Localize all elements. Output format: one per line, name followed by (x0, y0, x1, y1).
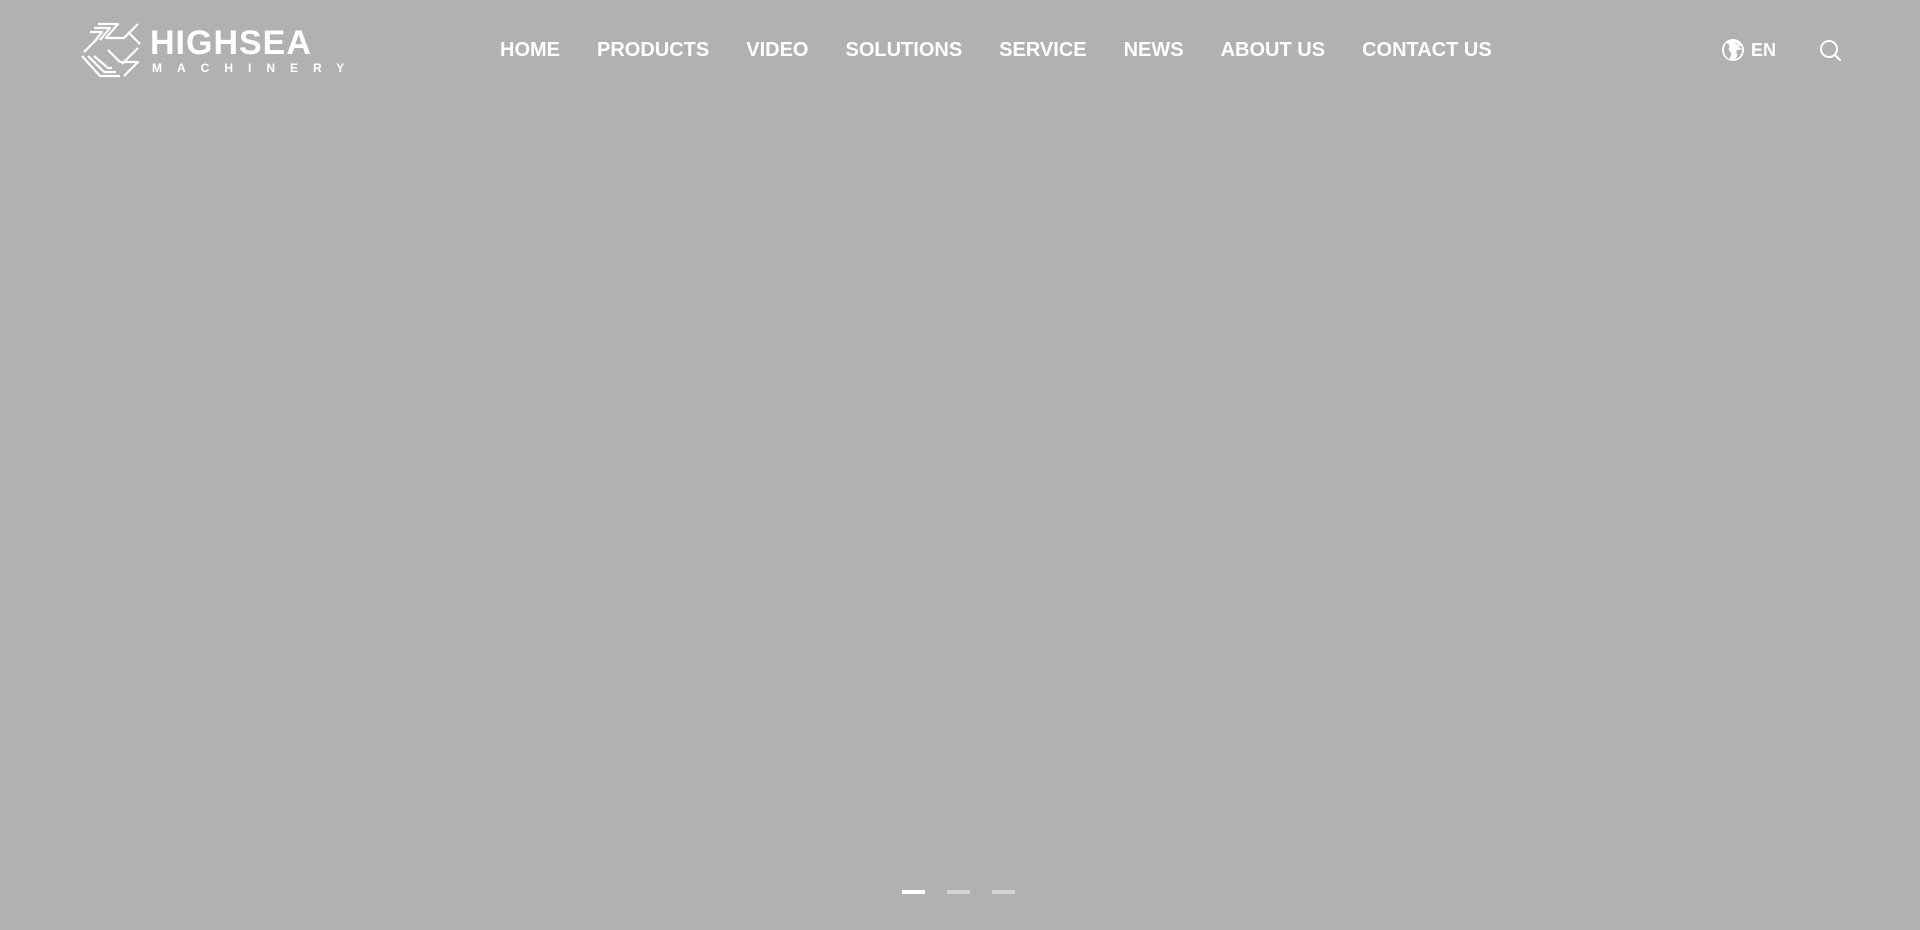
language-label: EN (1751, 39, 1777, 60)
slider-pagination (902, 890, 1015, 894)
search-button[interactable] (1818, 38, 1842, 62)
search-icon (1820, 40, 1841, 61)
nav-item-service[interactable]: SERVICE (999, 39, 1086, 62)
logo-mark-icon (81, 22, 141, 78)
page: HIGHSEA MACHINERY HOME PRODUCTS VIDEO SO… (0, 0, 1920, 930)
nav-item-home[interactable]: HOME (500, 39, 560, 62)
nav-item-products[interactable]: PRODUCTS (597, 39, 709, 62)
logo-tagline: MACHINERY (152, 61, 360, 75)
nav-item-video[interactable]: VIDEO (746, 39, 808, 62)
site-logo[interactable]: HIGHSEA MACHINERY (80, 22, 344, 78)
globe-icon (1722, 39, 1744, 61)
logo-wordmark: HIGHSEA (150, 24, 312, 62)
language-switcher[interactable]: EN (1721, 37, 1776, 63)
slider-dot-2[interactable] (947, 890, 970, 894)
slider-dot-1[interactable] (902, 890, 925, 894)
nav-item-solutions[interactable]: SOLUTIONS (845, 39, 962, 62)
main-nav: HOME PRODUCTS VIDEO SOLUTIONS SERVICE NE… (500, 0, 1492, 100)
nav-item-news[interactable]: NEWS (1124, 39, 1184, 62)
site-header: HIGHSEA MACHINERY HOME PRODUCTS VIDEO SO… (0, 0, 1920, 100)
slider-dot-3[interactable] (992, 890, 1015, 894)
nav-item-contact-us[interactable]: CONTACT US (1362, 39, 1492, 62)
nav-item-about-us[interactable]: ABOUT US (1221, 39, 1325, 62)
